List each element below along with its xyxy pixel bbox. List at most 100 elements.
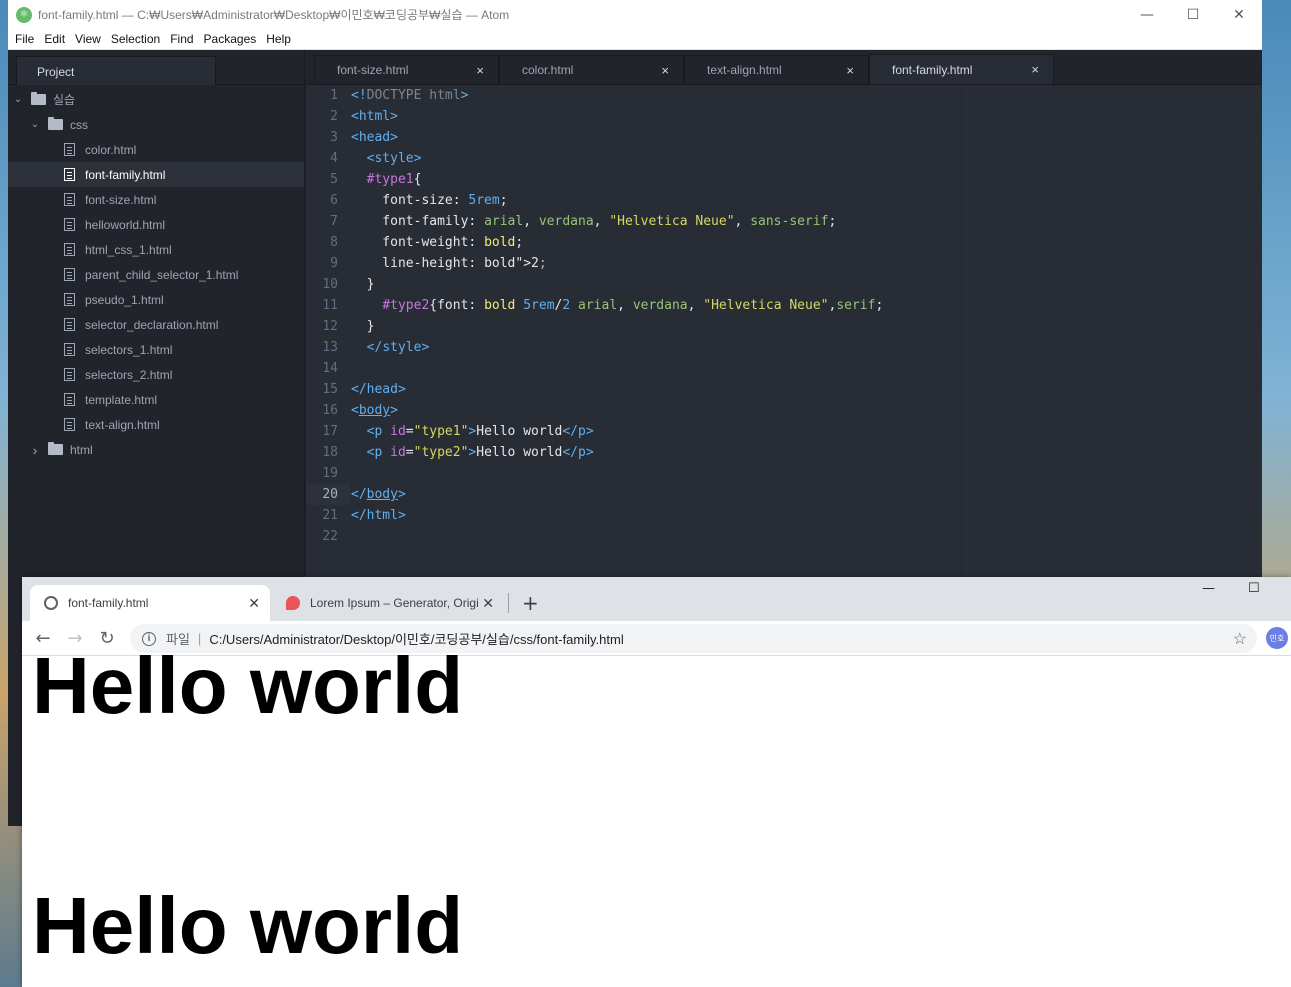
line-number: 19 [322, 466, 338, 481]
close-button[interactable]: ✕ [1216, 0, 1262, 29]
menu-help[interactable]: Help [261, 32, 296, 46]
close-tab-icon[interactable]: ✕ [248, 595, 260, 612]
chrome-minimize-button[interactable]: — [1202, 581, 1215, 596]
line-number: 4 [330, 151, 338, 166]
editor-tab-label: color.html [522, 63, 574, 77]
code-line[interactable]: line-height: bold">2; [351, 253, 1262, 274]
tree-folder[interactable]: › html [8, 437, 304, 462]
line-number: 8 [330, 235, 338, 250]
tree-item-label: selectors_1.html [85, 342, 173, 357]
menu-packages[interactable]: Packages [199, 32, 262, 46]
folder-icon [48, 442, 63, 455]
menu-file[interactable]: File [10, 32, 39, 46]
file-icon [64, 193, 75, 206]
atom-window-title: font-family.html — C:₩Users₩Administrato… [38, 8, 510, 22]
globe-icon [44, 596, 58, 610]
tree-file[interactable]: color.html [8, 137, 304, 162]
line-number: 20 [306, 484, 350, 505]
close-tab-icon[interactable]: × [846, 63, 854, 78]
line-number: 3 [330, 130, 338, 145]
menu-selection[interactable]: Selection [106, 32, 165, 46]
file-icon [64, 168, 75, 181]
chevron-right-icon[interactable]: › [29, 442, 41, 458]
line-number: 9 [330, 256, 338, 271]
editor-tab[interactable]: color.html × [499, 55, 684, 84]
tree-file[interactable]: parent_child_selector_1.html [8, 262, 304, 287]
browser-tab-font-family[interactable]: font-family.html ✕ [30, 585, 270, 621]
code-line[interactable]: <p id="type1">Hello world</p> [351, 421, 1262, 442]
tree-file[interactable]: font-family.html [8, 162, 304, 187]
line-number: 17 [322, 424, 338, 439]
code-line[interactable]: <head> [351, 127, 1262, 148]
code-line[interactable]: </style> [351, 337, 1262, 358]
tree-item-label: selector_declaration.html [85, 317, 219, 332]
editor-tab[interactable]: font-size.html × [314, 55, 499, 84]
code-line[interactable]: <html> [351, 106, 1262, 127]
editor-tab[interactable]: font-family.html × [869, 54, 1054, 84]
code-line[interactable]: <style> [351, 148, 1262, 169]
code-line[interactable]: } [351, 274, 1262, 295]
line-number: 13 [322, 340, 338, 355]
code-line[interactable] [351, 526, 1262, 547]
close-tab-icon[interactable]: × [476, 63, 484, 78]
code-line[interactable]: font-weight: bold; [351, 232, 1262, 253]
tree-file[interactable]: text-align.html [8, 412, 304, 437]
line-number: 14 [322, 361, 338, 376]
line-number: 1 [330, 88, 338, 103]
code-line[interactable]: </html> [351, 505, 1262, 526]
line-number: 15 [322, 382, 338, 397]
line-number: 7 [330, 214, 338, 229]
tree-file[interactable]: selectors_1.html [8, 337, 304, 362]
project-tab[interactable]: Project [16, 56, 216, 85]
code-line[interactable] [351, 358, 1262, 379]
code-line[interactable]: <p id="type2">Hello world</p> [351, 442, 1262, 463]
code-line[interactable]: </head> [351, 379, 1262, 400]
code-line[interactable]: #type1{ [351, 169, 1262, 190]
tree-file[interactable]: template.html [8, 387, 304, 412]
project-tree: ⌄ 실습 ⌄ css color.html font-family.html font-si… [8, 85, 304, 462]
new-tab-button[interactable]: + [522, 591, 539, 615]
code-line[interactable]: <body> [351, 400, 1262, 421]
code-line[interactable]: <!DOCTYPE html> [351, 85, 1262, 106]
chrome-maximize-button[interactable]: ☐ [1248, 581, 1260, 596]
editor-tab-bar: font-size.html × color.html × text-align.htm… [306, 50, 1262, 85]
code-line[interactable]: font-size: 5rem; [351, 190, 1262, 211]
line-number: 22 [322, 529, 338, 544]
code-line[interactable]: font-family: arial, verdana, "Helvetica … [351, 211, 1262, 232]
code-line[interactable]: </body> [351, 484, 1262, 505]
maximize-button[interactable]: ☐ [1170, 0, 1216, 29]
file-icon [64, 293, 75, 306]
tree-item-label: css [70, 117, 88, 132]
minimize-button[interactable]: — [1124, 0, 1170, 29]
chevron-down-icon[interactable]: ⌄ [29, 119, 41, 130]
tree-file[interactable]: selectors_2.html [8, 362, 304, 387]
chevron-down-icon[interactable]: ⌄ [12, 94, 24, 105]
tree-folder[interactable]: ⌄ css [8, 112, 304, 137]
line-number: 10 [322, 277, 338, 292]
menu-view[interactable]: View [70, 32, 106, 46]
code-line[interactable]: } [351, 316, 1262, 337]
bookmark-star-icon[interactable]: ☆ [1233, 629, 1247, 649]
code-line[interactable]: #type2{font: bold 5rem/2 arial, verdana,… [351, 295, 1262, 316]
menu-find[interactable]: Find [165, 32, 198, 46]
tree-file[interactable]: pseudo_1.html [8, 287, 304, 312]
file-icon [64, 243, 75, 256]
chrome-window: font-family.html ✕ Lorem Ipsum – Generat… [22, 577, 1291, 987]
tree-file[interactable]: helloworld.html [8, 212, 304, 237]
code-line[interactable] [351, 463, 1262, 484]
tree-item-label: text-align.html [85, 417, 160, 432]
tree-file[interactable]: font-size.html [8, 187, 304, 212]
tree-file[interactable]: html_css_1.html [8, 237, 304, 262]
tree-folder[interactable]: ⌄ 실습 [8, 87, 304, 112]
profile-avatar[interactable]: 민호 [1266, 627, 1288, 649]
tree-file[interactable]: selector_declaration.html [8, 312, 304, 337]
tree-item-label: html [70, 442, 93, 457]
close-tab-icon[interactable]: ✕ [482, 595, 494, 612]
folder-icon [31, 92, 46, 105]
line-number: 5 [330, 172, 338, 187]
browser-tab-lorem-ipsum[interactable]: Lorem Ipsum – Generator, Origi ✕ [272, 585, 504, 621]
close-tab-icon[interactable]: × [661, 63, 669, 78]
editor-tab[interactable]: text-align.html × [684, 55, 869, 84]
menu-edit[interactable]: Edit [39, 32, 70, 46]
close-tab-icon[interactable]: × [1031, 62, 1039, 77]
